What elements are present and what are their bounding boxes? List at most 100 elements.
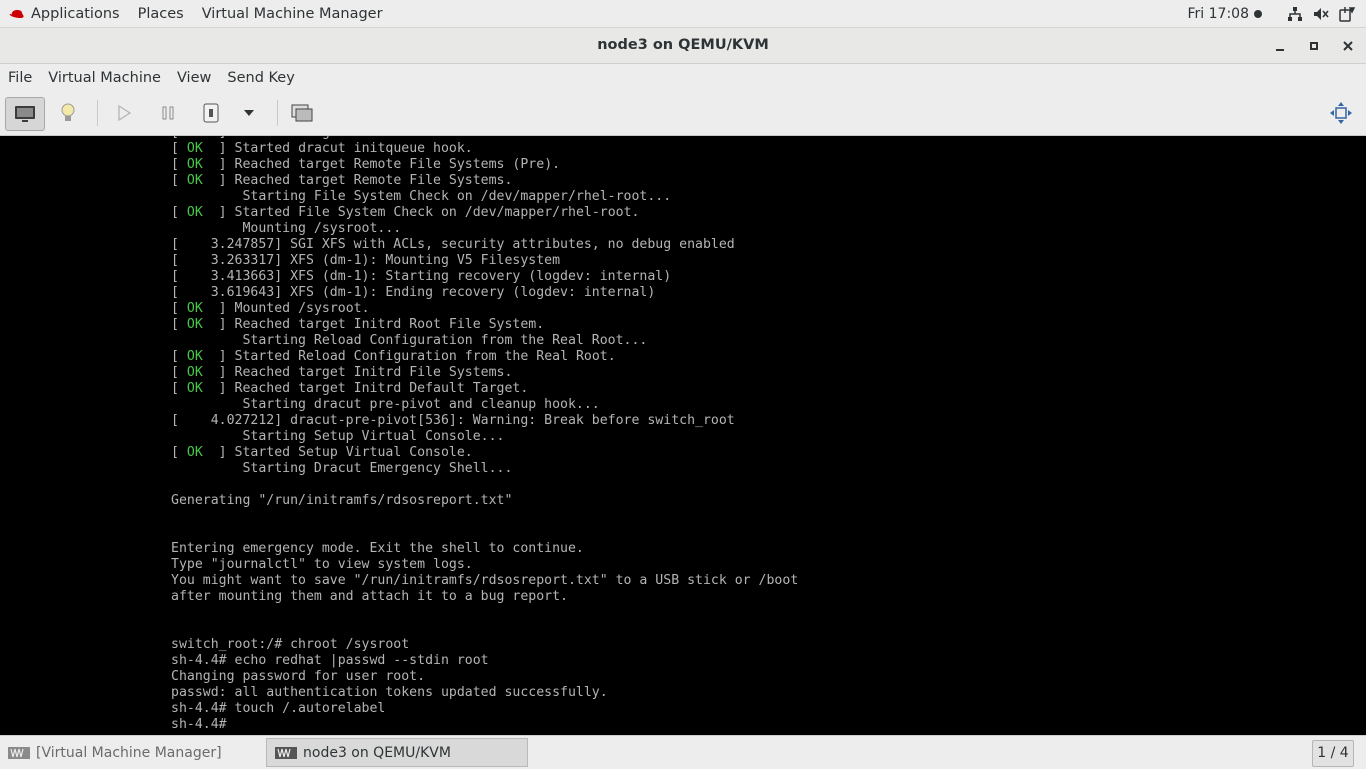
lightbulb-icon <box>61 103 75 121</box>
snapshots-button[interactable] <box>289 97 315 129</box>
console-line-text: Starting dracut pre-pivot and cleanup ho… <box>171 397 600 412</box>
console-line-text: [ 3.619643] XFS (dm-1): Ending recovery … <box>171 285 656 300</box>
maximize-icon <box>1310 41 1318 50</box>
window-title: node3 on QEMU/KVM <box>597 37 769 53</box>
vmm-app-menu[interactable]: Virtual Machine Manager <box>193 0 392 27</box>
details-view-button[interactable] <box>52 97 84 129</box>
console-line: Starting File System Check on /dev/mappe… <box>171 189 798 205</box>
console-line-text: Starting Dracut Emergency Shell... <box>171 461 513 476</box>
close-button[interactable] <box>1333 28 1363 63</box>
minimize-button[interactable] <box>1265 28 1295 63</box>
vm-window-icon <box>275 746 297 759</box>
console-line-text: Started File System Check on /dev/mapper… <box>226 205 640 220</box>
console-line: passwd: all authentication tokens update… <box>171 685 798 701</box>
console-line-text: sh-4.4# touch /.autorelabel <box>171 701 386 716</box>
top-panel: Applications Places Virtual Machine Mana… <box>0 0 1366 28</box>
toolbar <box>0 92 1366 136</box>
console-line-text: sh-4.4# echo redhat |passwd --stdin root <box>171 653 489 668</box>
console-line-text: passwd: all authentication tokens update… <box>171 685 608 700</box>
console-line: [ 3.413663] XFS (dm-1): Starting recover… <box>171 269 798 285</box>
power-off-icon <box>203 103 219 123</box>
status-ok: OK <box>186 141 203 156</box>
console-line: Changing password for user root. <box>171 669 798 685</box>
monitor-icon <box>15 106 35 122</box>
places-label: Places <box>137 5 184 22</box>
console-line: sh-4.4# <box>171 717 798 733</box>
menu-view[interactable]: View <box>169 64 219 92</box>
console-line: Starting Reload Configuration from the R… <box>171 333 798 349</box>
console-line-text: Started Reload Configuration from the Re… <box>226 349 616 364</box>
maximize-button[interactable] <box>1299 28 1329 63</box>
console-line: sh-4.4# touch /.autorelabel <box>171 701 798 717</box>
console-line-text: Starting File System Check on /dev/mappe… <box>171 189 672 204</box>
console-line: [ OK ] Reached target Initrd File System… <box>171 365 513 380</box>
console-line-text: Mounted /sysroot. <box>226 301 370 316</box>
run-button[interactable] <box>110 97 138 129</box>
vm-console[interactable]: [ OK ] Reached target Initrd Root Device… <box>0 136 1366 734</box>
status-ok: OK <box>186 445 203 460</box>
console-line-text: Reached target Initrd File Systems. <box>226 365 513 380</box>
console-line: [ OK ] Reached target Remote File System… <box>171 173 513 188</box>
console-line: [ OK ] Reached target Remote File System… <box>171 157 561 172</box>
console-line: Generating "/run/initramfs/rdsosreport.t… <box>171 493 798 509</box>
console-line-text: Reached target Initrd Root File System. <box>226 317 545 332</box>
console-line: [ 3.619643] XFS (dm-1): Ending recovery … <box>171 285 798 301</box>
status-ok: OK <box>186 349 203 364</box>
workspace-pager[interactable]: 1 / 4 <box>1312 740 1354 767</box>
close-icon <box>1343 40 1353 51</box>
console-line-text: [ 3.247857] SGI XFS with ACLs, security … <box>171 237 735 252</box>
task-vmm-label: [Virtual Machine Manager] <box>36 744 222 761</box>
pause-button[interactable] <box>154 97 182 129</box>
console-line: Starting Setup Virtual Console... <box>171 429 798 445</box>
status-ok: OK <box>187 136 203 140</box>
clock[interactable]: Fri 17:08 <box>1188 6 1262 22</box>
task-node3[interactable]: node3 on QEMU/KVM <box>266 738 528 767</box>
applications-menu[interactable]: Applications <box>0 0 129 27</box>
status-ok: OK <box>186 301 203 316</box>
console-line: [ OK ] Reached target Initrd Root File S… <box>171 317 545 332</box>
task-vmm[interactable]: [Virtual Machine Manager] <box>0 738 262 767</box>
console-line-text: Reached target Initrd Default Target. <box>226 381 529 396</box>
console-line-text: Reached target Remote File Systems (Pre)… <box>226 157 561 172</box>
minimize-icon <box>1276 48 1284 51</box>
console-line-text: Reached target Initrd Root Device. <box>227 136 505 140</box>
console-line: You might want to save "/run/initramfs/r… <box>171 573 798 589</box>
vmm-app-label: Virtual Machine Manager <box>201 5 383 22</box>
console-line: Type "journalctl" to view system logs. <box>171 557 798 573</box>
status-ok: OK <box>186 381 203 396</box>
shutdown-menu-button[interactable] <box>240 97 258 129</box>
power-icon[interactable] <box>1334 0 1360 27</box>
play-icon <box>118 105 131 121</box>
console-line: Starting dracut pre-pivot and cleanup ho… <box>171 397 798 413</box>
menu-file[interactable]: File <box>0 64 40 92</box>
status-ok: OK <box>186 317 203 332</box>
task-node3-label: node3 on QEMU/KVM <box>303 744 451 761</box>
console-line: Entering emergency mode. Exit the shell … <box>171 541 798 557</box>
volume-icon[interactable] <box>1308 0 1334 27</box>
console-line-text: switch_root:/# chroot /sysroot <box>171 637 410 652</box>
places-menu[interactable]: Places <box>129 0 193 27</box>
console-line: [ 3.247857] SGI XFS with ACLs, security … <box>171 237 798 253</box>
fullscreen-icon <box>1330 102 1352 124</box>
console-line-text: Type "journalctl" to view system logs. <box>171 557 473 572</box>
status-ok: OK <box>186 205 203 220</box>
console-view-button[interactable] <box>5 97 45 131</box>
fullscreen-button[interactable] <box>1326 97 1356 129</box>
menu-send-key[interactable]: Send Key <box>219 64 302 92</box>
console-line-text: Started dracut initqueue hook. <box>226 141 473 156</box>
console-line-text: Started Setup Virtual Console. <box>226 445 473 460</box>
console-line-text: Changing password for user root. <box>171 669 426 684</box>
shutdown-button[interactable] <box>200 97 222 129</box>
console-line: [ OK ] Started dracut initqueue hook. <box>171 141 473 156</box>
network-icon[interactable] <box>1282 0 1308 27</box>
status-ok: OK <box>186 365 203 380</box>
toolbar-separator <box>97 100 98 126</box>
console-line-text: after mounting them and attach it to a b… <box>171 589 568 604</box>
console-line-text: Starting Reload Configuration from the R… <box>171 333 648 348</box>
menu-virtual-machine[interactable]: Virtual Machine <box>40 64 169 92</box>
menubar: File Virtual Machine View Send Key <box>0 64 1366 92</box>
window-titlebar[interactable]: node3 on QEMU/KVM <box>0 28 1366 64</box>
bottom-taskbar: [Virtual Machine Manager] node3 on QEMU/… <box>0 735 1366 769</box>
